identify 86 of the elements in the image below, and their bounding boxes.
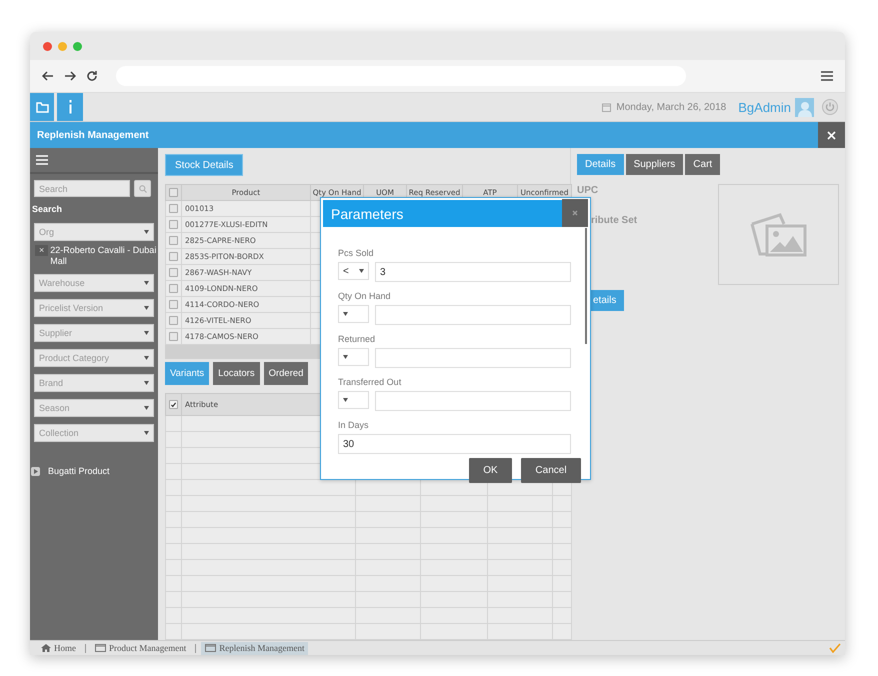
tree-item[interactable]: Bugatti Product [48, 466, 110, 476]
field-label: Returned [338, 334, 376, 344]
back-icon[interactable] [42, 71, 54, 81]
input-field[interactable] [375, 305, 571, 325]
caret-icon [144, 356, 149, 360]
expand-toggle[interactable] [31, 466, 40, 476]
caret-icon [359, 269, 364, 273]
checkbox[interactable] [169, 332, 178, 342]
checkbox[interactable] [169, 284, 178, 294]
forward-icon[interactable] [64, 71, 76, 81]
caret-icon [144, 331, 149, 335]
field-label: Qty On Hand [338, 291, 392, 301]
window-icon [95, 644, 106, 652]
home-icon [41, 644, 51, 652]
input-field[interactable] [375, 391, 571, 411]
tab[interactable]: Variants [165, 362, 210, 385]
caret-icon [34, 468, 38, 474]
avatar-icon[interactable] [795, 98, 814, 116]
caret-icon [144, 431, 149, 435]
checkbox[interactable] [169, 220, 178, 230]
caret-icon [144, 281, 149, 285]
search-label: Search [31, 203, 64, 216]
tab[interactable]: Locators [213, 362, 260, 385]
caret-icon [343, 398, 348, 402]
close-button[interactable] [818, 122, 845, 148]
info-icon [68, 100, 72, 114]
checkbox[interactable] [169, 268, 178, 278]
calendar-icon [602, 102, 612, 112]
date-text: Monday, March 26, 2018 [616, 102, 726, 112]
folder-tab[interactable] [30, 93, 54, 121]
caret-icon [144, 306, 149, 310]
image-icon [750, 212, 808, 258]
close-icon [827, 130, 836, 140]
checkbox[interactable] [169, 236, 178, 246]
close-icon [572, 210, 578, 216]
checkbox[interactable] [169, 188, 178, 198]
power-icon[interactable] [822, 99, 838, 115]
selected-filter-label: 22-Roberto Cavalli - Dubai Mall [50, 245, 158, 267]
folder-icon [36, 102, 48, 112]
scrollbar[interactable] [585, 228, 587, 344]
tab[interactable]: Ordered [264, 362, 308, 385]
operator-dropdown[interactable] [338, 305, 369, 323]
dialog-button[interactable]: Cancel [521, 458, 581, 483]
search-icon [138, 184, 146, 192]
checkbox[interactable] [169, 252, 178, 262]
search-field[interactable]: Search [34, 180, 130, 197]
maximize-dot[interactable] [73, 42, 82, 50]
remove-chip-button[interactable]: × [35, 245, 48, 256]
window-icon [205, 644, 216, 652]
input-field[interactable]: 3 [375, 262, 571, 282]
tab[interactable]: Details [577, 154, 624, 175]
operator-dropdown[interactable]: < [338, 262, 369, 280]
footer-tab[interactable]: Home [37, 642, 80, 654]
operator-dropdown[interactable] [338, 348, 369, 366]
input-field[interactable]: 30 [338, 434, 571, 454]
caret-icon [144, 230, 149, 234]
info-tab[interactable] [57, 93, 83, 121]
menu-icon[interactable] [821, 71, 833, 81]
tab[interactable]: Suppliers [626, 154, 684, 175]
reload-icon[interactable] [86, 70, 98, 82]
close-dot[interactable] [43, 42, 52, 50]
caret-icon [144, 406, 149, 410]
field-label: UPC [577, 185, 600, 196]
footer-tab[interactable]: Product Management [91, 642, 190, 654]
footer-tab[interactable]: Replenish Management [201, 642, 308, 654]
field-label: In Days [338, 420, 370, 430]
field-label: ribute Set [591, 215, 638, 226]
field-label: Pcs Sold [338, 248, 375, 258]
caret-icon [343, 355, 348, 359]
check-icon [829, 643, 841, 653]
checkbox[interactable] [169, 204, 178, 214]
tab[interactable]: Cart [685, 154, 720, 175]
input-field[interactable] [375, 348, 571, 368]
field-label: Transferred Out [338, 377, 402, 387]
search-button[interactable] [134, 180, 151, 197]
minimize-dot[interactable] [58, 42, 67, 50]
page-title: Replenish Management [36, 130, 150, 140]
checkbox[interactable] [169, 316, 178, 326]
dialog-button[interactable]: OK [469, 458, 512, 483]
dialog-title: Parameters [330, 206, 404, 222]
details-button[interactable]: etails [591, 290, 624, 311]
checkbox[interactable] [169, 400, 178, 410]
checkbox[interactable] [169, 300, 178, 310]
caret-icon [144, 381, 149, 385]
operator-dropdown[interactable] [338, 391, 369, 409]
stock-details-button[interactable]: Stock Details [165, 154, 244, 176]
